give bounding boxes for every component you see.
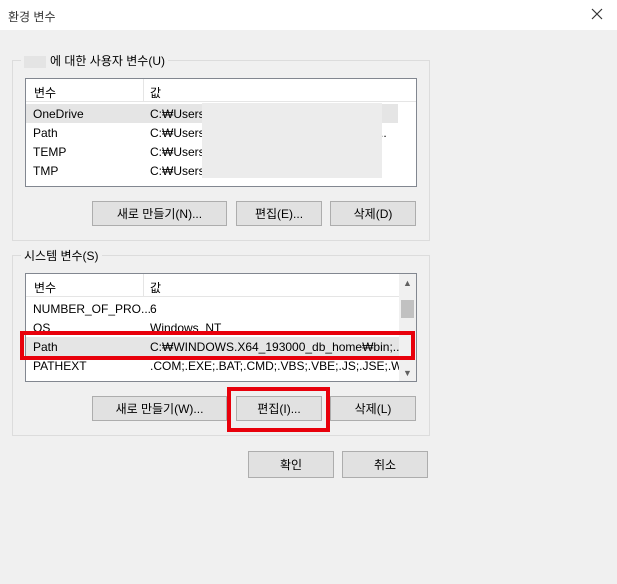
window-title: 환경 변수	[8, 10, 56, 24]
list-header: 변수 값	[26, 79, 416, 102]
scroll-up-icon[interactable]: ▲	[399, 274, 416, 291]
table-row[interactable]: Path C:₩WINDOWS.X64_193000_db_home₩bin;.…	[26, 337, 403, 356]
variable-name: TEMP	[33, 145, 67, 159]
variable-name: Path	[33, 126, 58, 140]
user-variables-list[interactable]: 변수 값 OneDrive C:₩Users₩ Path C:₩Users₩ .…	[25, 78, 417, 187]
redacted-username	[24, 55, 46, 68]
variable-name: OS	[33, 321, 51, 335]
redacted-value-area	[202, 103, 382, 178]
system-delete-button[interactable]: 삭제(L)	[330, 396, 416, 421]
table-row[interactable]: NUMBER_OF_PRO... 6	[26, 299, 416, 318]
table-row[interactable]: PATHEXT .COM;.EXE;.BAT;.CMD;.VBS;.VBE;.J…	[26, 356, 416, 375]
variable-value: 6	[150, 302, 157, 316]
user-new-button[interactable]: 새로 만들기(N)...	[92, 201, 227, 226]
variable-name: NUMBER_OF_PRO...	[33, 302, 152, 316]
ok-button[interactable]: 확인	[248, 451, 334, 478]
title-bar: 환경 변수	[0, 0, 617, 30]
close-icon[interactable]	[587, 4, 607, 24]
system-edit-button[interactable]: 편집(I)...	[236, 396, 322, 421]
system-variables-label: 시스템 변수(S)	[21, 247, 102, 264]
variable-name: OneDrive	[33, 107, 84, 121]
column-header-name[interactable]: 변수	[34, 84, 56, 101]
cancel-button[interactable]: 취소	[342, 451, 428, 478]
user-edit-button[interactable]: 편집(E)...	[236, 201, 322, 226]
variable-value: C:₩WINDOWS.X64_193000_db_home₩bin;...	[150, 340, 403, 354]
column-header-name[interactable]: 변수	[34, 279, 56, 296]
variable-value: .COM;.EXE;.BAT;.CMD;.VBS;.VBE;.JS;.JSE;.…	[150, 359, 412, 373]
column-header-value[interactable]: 값	[150, 84, 161, 101]
system-variables-list[interactable]: 변수 값 NUMBER_OF_PRO... 6 OS Windows_NT Pa…	[25, 273, 417, 382]
system-new-button[interactable]: 새로 만들기(W)...	[92, 396, 227, 421]
table-row[interactable]: OS Windows_NT	[26, 318, 416, 337]
variable-name: PATHEXT	[33, 359, 87, 373]
variable-name: TMP	[33, 164, 59, 178]
variable-name: Path	[33, 340, 58, 354]
vertical-scrollbar[interactable]: ▲ ▼	[399, 274, 416, 381]
scrollbar-thumb[interactable]	[401, 300, 414, 318]
scroll-down-icon[interactable]: ▼	[399, 364, 416, 381]
user-delete-button[interactable]: 삭제(D)	[330, 201, 416, 226]
variable-value: Windows_NT	[150, 321, 222, 335]
list-header: 변수 값	[26, 274, 399, 297]
column-header-value[interactable]: 값	[150, 279, 161, 296]
user-variables-label: 에 대한 사용자 변수(U)	[21, 52, 168, 69]
